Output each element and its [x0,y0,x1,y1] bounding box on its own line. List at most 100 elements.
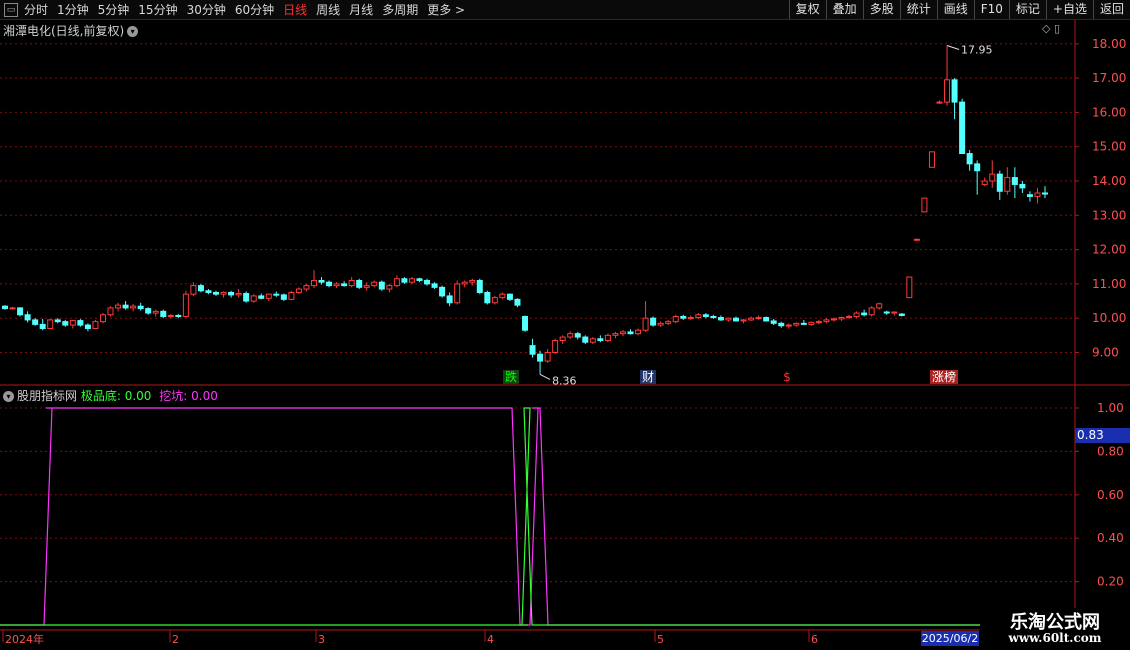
candle-body [356,279,363,288]
price-tick-label: 13.00 [1092,208,1126,222]
candle-body [250,295,257,302]
indicator-line-jipindi [0,407,1075,626]
period-tab[interactable]: 月线 [349,1,373,18]
candle-body [868,307,875,316]
candle-body [416,278,423,281]
toolbar-button[interactable]: 叠加 [825,0,863,19]
candle-body [680,315,687,319]
candle-body [522,315,528,331]
candle-body [695,314,702,319]
candle-body [439,286,446,297]
event-marker: 财 [642,370,654,384]
candle-body [514,298,521,306]
candle-body [273,293,280,296]
watermark-url: www.60lt.com [1008,631,1102,645]
candle-body [657,322,664,326]
period-tab[interactable]: 日线 [283,1,307,18]
toolbar-button[interactable]: 返回 [1092,0,1130,19]
candle-body [446,295,453,304]
indicator-tick-label: 0.60 [1097,488,1124,502]
toolbar-button[interactable]: 标记 [1008,0,1046,19]
toolbar-button[interactable]: +自选 [1045,0,1093,19]
candle-body [54,319,61,323]
candle-body [62,321,69,326]
candle-body [725,317,732,321]
price-tick-label: 12.00 [1092,243,1126,257]
candle-body [182,293,189,317]
event-marker: 跌 [505,369,517,384]
price-tick-label: 18.00 [1092,37,1126,51]
chart-area[interactable]: 18.00 17.00 16.00 15.00 14.00 13.00 12.00 11.00… [0,20,1130,650]
candle-body [484,291,491,304]
candle-body [326,281,333,287]
candle-body [733,317,740,322]
candle-body [936,101,943,104]
candle-body [295,288,302,293]
candle-body [974,163,981,172]
candle-body [408,278,415,283]
period-tab[interactable]: 分时 [24,1,48,18]
candle-body [190,285,197,295]
candle-body [582,336,589,343]
candle-body [280,294,287,300]
candle-body [635,329,642,335]
period-tab[interactable]: 多周期 [382,1,418,18]
candle-body [99,314,106,323]
candle-body [303,285,310,290]
period-tab[interactable]: 1分钟 [57,1,89,18]
candle-body [393,278,400,287]
period-tab[interactable]: 30分钟 [187,1,226,18]
candle-body [815,321,822,324]
candle-body [205,290,212,293]
chevron-down-icon[interactable]: ▾ [3,391,14,402]
candle-body [740,319,747,322]
toolbar-button[interactable]: F10 [973,0,1009,19]
price-tick-label: 17.00 [1092,71,1126,85]
window-icon[interactable]: ▭ [4,2,18,17]
candle-body [160,310,167,317]
candle-body [989,173,996,182]
period-tab[interactable]: 5分钟 [98,1,130,18]
cursor-date-box: 2025/06/2 [921,631,979,646]
candle-body [770,320,777,324]
candle-body [175,314,182,317]
candle-body [913,238,920,241]
candle-body [559,336,566,341]
toolbar-button[interactable]: 画线 [936,0,974,19]
candle-body [921,197,928,213]
candle-body [861,312,868,316]
watermark: 乐淘公式网 www.60lt.com [980,608,1130,650]
candle-body [1026,194,1033,197]
candle-body [17,307,24,316]
candle-body [32,319,39,325]
candle-body [401,278,408,283]
period-tab[interactable]: 周线 [316,1,340,18]
toolbar-button[interactable]: 复权 [788,0,826,19]
high-label: 17.95 [961,44,993,57]
candle-body [612,333,619,336]
candle-body [778,322,785,327]
toolbar-button[interactable]: 多股 [862,0,900,19]
candle-body [574,333,581,338]
candle-body [386,285,393,290]
candle-body [220,291,227,295]
indicator-title: ▾ 股朋指标网 极品底: 0.00 挖坑: 0.00 [3,387,218,404]
candle-body [84,324,91,329]
candle-body [619,331,626,335]
period-tab[interactable]: 15分钟 [138,1,177,18]
candle-body [476,279,483,293]
candle-body [830,318,837,321]
indicator-name: 股朋指标网 [17,389,78,403]
candle-body [589,338,596,343]
indicator-line1-label: 极品底: [80,389,121,403]
candle-body [122,304,129,309]
candle-body [951,79,958,103]
toolbar-button[interactable]: 统计 [899,0,937,19]
candle-body [499,293,506,299]
candle-body [876,303,883,309]
candle-body [529,345,536,355]
time-label: 6 [811,633,818,646]
period-tab[interactable]: 更多 > [427,1,465,18]
candle-body [145,308,152,314]
period-tab[interactable]: 60分钟 [235,1,274,18]
